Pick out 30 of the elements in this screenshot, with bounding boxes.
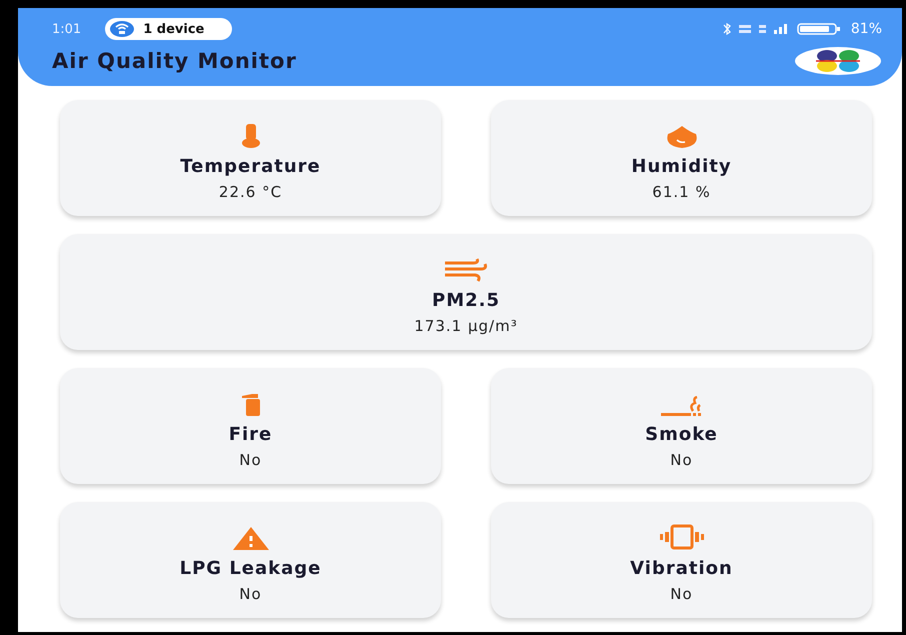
hotspot-icon <box>109 20 136 38</box>
sensor-value: No <box>670 450 693 468</box>
sensor-label: Fire <box>228 424 272 444</box>
signal-icon <box>774 24 787 34</box>
wind-icon <box>444 256 488 282</box>
sensor-label: PM2.5 <box>432 290 500 310</box>
sensor-value: No <box>239 450 262 468</box>
warning-icon <box>232 526 268 550</box>
cigarette-smoke-icon <box>661 396 702 416</box>
battery-icon <box>796 23 841 35</box>
logo-icon[interactable] <box>794 46 882 76</box>
sensor-value: No <box>670 584 693 602</box>
bluetooth-icon <box>722 23 731 35</box>
sensor-value: No <box>239 584 262 602</box>
sensor-label: LPG Leakage <box>180 558 322 578</box>
status-time: 1:01 <box>52 22 82 36</box>
sensor-label: Vibration <box>630 558 733 578</box>
sensor-label: Temperature <box>180 156 321 176</box>
battery-percent: 81% <box>850 21 882 37</box>
sensor-value: 173.1 µg/m³ <box>414 316 518 334</box>
app-title: Air Quality Monitor <box>52 49 297 73</box>
sensor-value: 61.1 % <box>652 182 711 200</box>
sensor-label: Humidity <box>631 156 732 176</box>
thermometer-icon <box>242 124 260 148</box>
water-drop-icon <box>664 126 698 148</box>
vibrating-phone-icon <box>660 524 704 550</box>
device-pill[interactable]: 1 device <box>105 18 232 40</box>
sensor-label: Smoke <box>645 424 718 444</box>
sensor-value: 22.6 °C <box>218 182 282 200</box>
fire-extinguisher-icon <box>242 394 260 416</box>
